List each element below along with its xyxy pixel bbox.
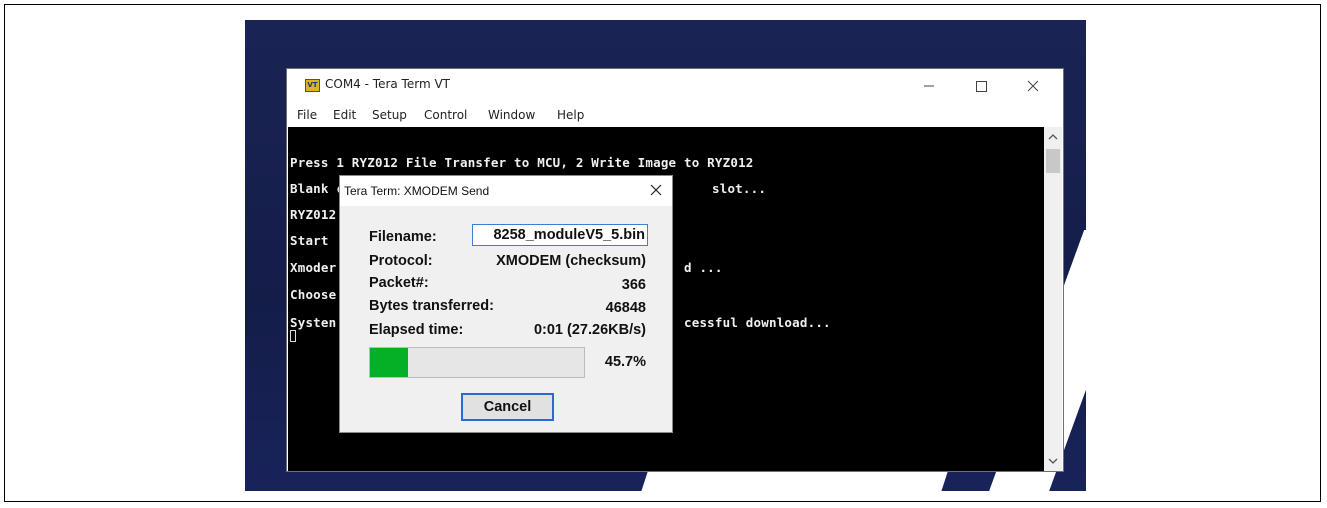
protocol-value: XMODEM (checksum) [496, 253, 646, 269]
dialog-titlebar[interactable]: Tera Term: XMODEM Send [340, 176, 672, 206]
close-button[interactable] [1011, 73, 1055, 99]
terminal-line: Choose [290, 287, 337, 302]
window-title: COM4 - Tera Term VT [325, 77, 450, 91]
close-icon [1027, 80, 1039, 92]
maximize-icon [976, 81, 987, 92]
menu-file[interactable]: File [297, 108, 317, 122]
window-titlebar[interactable]: VT COM4 - Tera Term VT [287, 69, 1063, 101]
minimize-button[interactable] [907, 73, 951, 99]
menu-control[interactable]: Control [424, 108, 467, 122]
terminal-line: slot... [712, 181, 767, 196]
terminal-line: d ... [684, 260, 723, 275]
menu-setup[interactable]: Setup [372, 108, 407, 122]
xmodem-send-dialog: Tera Term: XMODEM Send Filename: 8258_mo… [339, 175, 673, 433]
progress-fill [370, 348, 409, 377]
protocol-label: Protocol: [369, 253, 433, 269]
progress-percent: 45.7% [604, 354, 646, 370]
terminal-line: Systen [290, 315, 337, 330]
menu-window[interactable]: Window [488, 108, 535, 122]
terminal-line: cessful download... [684, 315, 831, 330]
menu-bar: File Edit Setup Control Window Help [287, 105, 1063, 125]
filename-field[interactable]: 8258_moduleV5_5.bin [472, 224, 648, 246]
close-icon[interactable] [648, 182, 664, 198]
terminal-line: RYZ012 [290, 207, 337, 222]
bytes-value: 46848 [605, 300, 646, 316]
elapsed-value: 0:01 (27.26KB/s) [533, 322, 646, 338]
dialog-title: Tera Term: XMODEM Send [344, 184, 490, 198]
terminal-cursor [290, 330, 296, 342]
packet-value: 366 [621, 277, 646, 293]
terminal-line: Press 1 RYZ012 File Transfer to MCU, 2 W… [290, 155, 754, 170]
packet-label: Packet#: [369, 275, 429, 291]
minimize-icon [924, 85, 934, 87]
progress-bar [369, 347, 585, 378]
menu-help[interactable]: Help [557, 108, 584, 122]
menu-edit[interactable]: Edit [333, 108, 356, 122]
scroll-down-icon[interactable] [1044, 453, 1062, 469]
cancel-button[interactable]: Cancel [461, 393, 554, 421]
filename-label: Filename: [369, 229, 437, 245]
scrollbar-thumb[interactable] [1046, 149, 1060, 173]
terminal-line: Start [290, 233, 329, 248]
elapsed-label: Elapsed time: [369, 322, 464, 338]
bytes-label: Bytes transferred: [369, 298, 494, 314]
maximize-button[interactable] [959, 73, 1003, 99]
filename-value: 8258_moduleV5_5.bin [493, 227, 645, 243]
scroll-up-icon[interactable] [1044, 129, 1062, 145]
tera-term-app-icon: VT [305, 79, 320, 92]
vertical-scrollbar[interactable] [1044, 127, 1062, 471]
terminal-line: Xmoder [290, 260, 337, 275]
